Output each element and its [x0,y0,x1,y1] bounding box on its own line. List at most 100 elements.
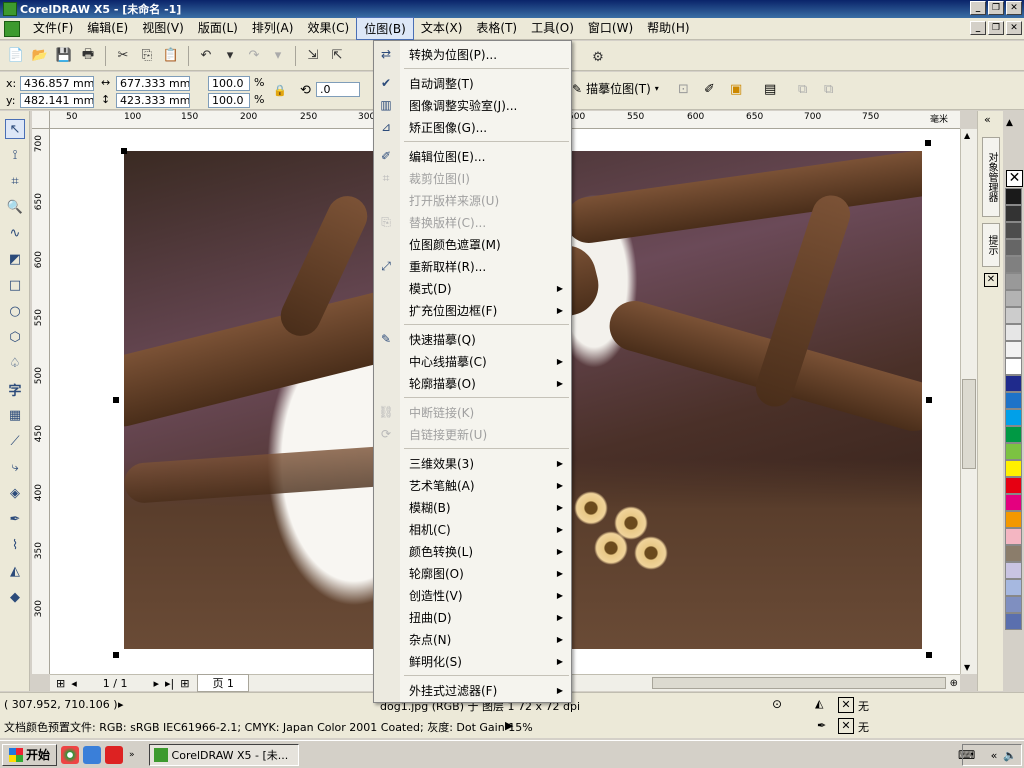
prev-page-icon[interactable]: ◂ [71,677,77,690]
menu-9[interactable]: 工具(O) [524,17,581,40]
zoom-tool-icon[interactable]: 🔍 [5,197,25,217]
pan-icon[interactable]: ⊙ [772,697,782,711]
color-swatch[interactable] [1005,290,1022,307]
menu-item-5-1[interactable]: 艺术笔触(A) ▶ [374,474,571,496]
menu-item-5-7[interactable]: 扭曲(D) ▶ [374,606,571,628]
color-swatch[interactable] [1005,324,1022,341]
crop-tool-icon[interactable]: ⌗ [5,171,25,191]
collapse-docker-icon[interactable]: « [984,113,991,126]
color-swatch[interactable] [1005,205,1022,222]
doc-restore-button[interactable]: ❐ [988,21,1004,35]
color-swatch[interactable] [1005,613,1022,630]
restore-button[interactable]: ❐ [988,1,1004,15]
new-document-icon[interactable]: 📄 [6,46,26,66]
edit-bitmap-icon[interactable]: ✐ [704,82,715,97]
color-swatch[interactable] [1005,579,1022,596]
menu-item-5-5[interactable]: 轮廓图(O) ▶ [374,562,571,584]
color-swatch[interactable] [1005,511,1022,528]
height-field[interactable]: 423.333 mm [116,93,190,108]
color-swatch[interactable] [1005,256,1022,273]
outline-none-swatch[interactable]: ✕ [838,718,854,734]
color-swatch[interactable] [1005,392,1022,409]
menu-item-5-6[interactable]: 创造性(V) ▶ [374,584,571,606]
paste-icon[interactable]: 📋 [161,46,181,66]
pick-tool-icon[interactable]: ↖ [5,119,25,139]
profile-arrow-icon[interactable]: ▶ [505,719,513,732]
color-swatch[interactable] [1005,545,1022,562]
rectangle-tool-icon[interactable]: □ [5,275,25,295]
fill-none-swatch[interactable]: ✕ [838,697,854,713]
color-swatch[interactable] [1005,239,1022,256]
taskbar-coreldraw-button[interactable]: CorelDRAW X5 - [未... [148,743,299,766]
last-page-icon[interactable]: ▸| [165,677,174,690]
add-page-icon[interactable]: ⊞ [180,677,189,690]
quicklaunch-more-icon[interactable]: » [129,750,135,760]
lock-ratio-icon[interactable]: 🔒 [273,84,287,97]
redo-icon[interactable]: ↷ [244,46,264,66]
menu-7[interactable]: 文本(X) [414,17,470,40]
menu-1[interactable]: 编辑(E) [80,17,135,40]
basic-shapes-tool-icon[interactable]: ♤ [5,353,25,373]
color-swatch[interactable] [1005,596,1022,613]
interactive-fill-tool-icon[interactable]: ◆ [5,587,25,607]
color-swatch[interactable] [1005,562,1022,579]
menu-item-0-0[interactable]: ⇄ 转换为位图(P)... [374,43,571,65]
text-tool-icon[interactable]: 字 [5,379,25,399]
color-swatch[interactable] [1005,528,1022,545]
menu-item-1-0[interactable]: ✔ 自动调整(T) [374,72,571,94]
menu-0[interactable]: 文件(F) [26,17,80,40]
chrome-icon[interactable] [61,745,80,764]
menu-11[interactable]: 帮助(H) [640,17,696,40]
first-page-icon[interactable]: ⊞ [56,677,65,690]
menu-item-6-0[interactable]: 外挂式过滤器(F) ▶ [374,679,571,701]
menu-5[interactable]: 效果(C) [300,17,356,40]
polygon-tool-icon[interactable]: ⬡ [5,327,25,347]
color-swatch[interactable] [1005,222,1022,239]
color-swatch[interactable] [1005,426,1022,443]
menu-item-3-2[interactable]: 轮廓描摹(O) ▶ [374,372,571,394]
volume-icon[interactable]: 🔈 [1003,749,1017,762]
blend-tool-icon[interactable]: ◈ [5,483,25,503]
color-swatch[interactable] [1005,375,1022,392]
shape-tool-icon[interactable]: ⟟ [5,145,25,165]
undo-dropdown-icon[interactable]: ▾ [220,46,240,66]
dimension-tool-icon[interactable]: ⟋ [5,431,25,451]
status-arrow-icon[interactable]: ▸ [118,698,124,711]
menu-item-3-1[interactable]: 中心线描摹(C) ▶ [374,350,571,372]
menu-item-1-1[interactable]: ▥ 图像调整实验室(J)... [374,94,571,116]
y-position-field[interactable]: 482.141 mm [20,93,94,108]
selection-handle[interactable] [926,652,932,658]
eyedropper-tool-icon[interactable]: ✒ [5,509,25,529]
menu-item-5-8[interactable]: 杂点(N) ▶ [374,628,571,650]
menu-item-5-2[interactable]: 模糊(B) ▶ [374,496,571,518]
rotation-field[interactable]: .0 [316,82,360,97]
x-position-field[interactable]: 436.857 mm [20,76,94,91]
close-button[interactable]: ✕ [1006,1,1022,15]
menu-8[interactable]: 表格(T) [469,17,524,40]
object-manager-tab[interactable]: 对象管理器 [982,137,1000,217]
copy-icon[interactable]: ⎘ [137,46,157,66]
menu-item-5-3[interactable]: 相机(C) ▶ [374,518,571,540]
width-field[interactable]: 677.333 mm [116,76,190,91]
scale-y-field[interactable]: 100.0 [208,93,250,108]
color-swatch[interactable] [1005,188,1022,205]
scroll-down-icon[interactable]: ▼ [964,663,970,672]
menu-item-3-0[interactable]: ✎ 快速描摹(Q) [374,328,571,350]
cut-icon[interactable]: ✂ [113,46,133,66]
color-swatch[interactable] [1005,307,1022,324]
color-swatch[interactable] [1005,460,1022,477]
selection-handle[interactable] [113,652,119,658]
menu-item-2-4[interactable]: 位图颜色遮罩(M) [374,233,571,255]
menu-10[interactable]: 窗口(W) [581,17,640,40]
app-quicklaunch-icon[interactable] [105,745,124,764]
vertical-scrollbar[interactable]: ▲ ▼ [960,129,977,674]
color-swatch[interactable] [1005,494,1022,511]
page-tab-1[interactable]: 页 1 [197,674,249,692]
wrap-text-icon[interactable]: ▤ [764,82,776,97]
selection-handle[interactable] [925,140,931,146]
vertical-scroll-thumb[interactable] [962,379,976,469]
undo-icon[interactable]: ↶ [196,46,216,66]
crop-icon[interactable]: ⊡ [678,82,689,97]
to-back-icon[interactable]: ⧉ [824,82,833,97]
scale-x-field[interactable]: 100.0 [208,76,250,91]
